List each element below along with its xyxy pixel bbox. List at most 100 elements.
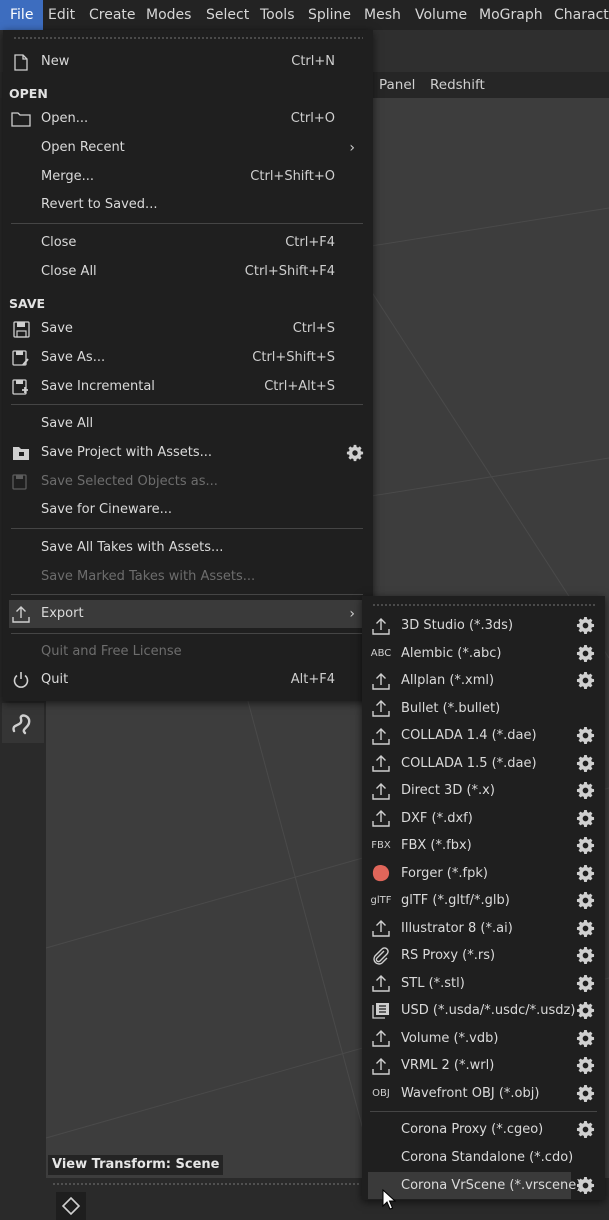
settings-gear-icon[interactable] (576, 616, 595, 635)
diamond-icon (61, 1196, 81, 1216)
spline-pen-icon (12, 714, 31, 735)
menubar-item-modes[interactable]: Modes (146, 0, 191, 30)
menu-item-save-all-takes[interactable]: Save All Takes with Assets... (3, 534, 373, 562)
menu-item-open-recent[interactable]: Open Recent › (3, 134, 373, 162)
export-item-alembic-abc[interactable]: ABC Alembic (*.abc) (362, 640, 605, 667)
export-item-wavefront-obj-obj[interactable]: OBJ Wavefront OBJ (*.obj) (362, 1080, 605, 1107)
menu-item-close-all[interactable]: Close All Ctrl+Shift+F4 (3, 258, 373, 286)
export-item-vrml-2-wrl[interactable]: VRML 2 (*.wrl) (362, 1052, 605, 1079)
settings-gear-icon[interactable] (576, 974, 595, 993)
settings-gear-icon[interactable] (576, 781, 595, 800)
export-item-usd-usda-usdc-usdz[interactable]: USD (*.usda/*.usdc/*.usdz) (362, 997, 605, 1024)
menubar-item-character[interactable]: Character (554, 0, 609, 30)
menu-item-merge[interactable]: Merge... Ctrl+Shift+O (3, 163, 373, 191)
menubar-item-tools[interactable]: Tools (260, 0, 295, 30)
separator (11, 633, 363, 634)
power-icon (11, 671, 31, 689)
export-item-stl-stl[interactable]: STL (*.stl) (362, 970, 605, 997)
export-item-collada-1-5-dae[interactable]: COLLADA 1.5 (*.dae) (362, 750, 605, 777)
menubar-item-mograph[interactable]: MoGraph (479, 0, 543, 30)
export-item-collada-1-4-dae[interactable]: COLLADA 1.4 (*.dae) (362, 722, 605, 749)
menu-item-revert[interactable]: Revert to Saved... (3, 191, 373, 219)
project-folder-icon (11, 444, 31, 462)
settings-gear-icon[interactable] (576, 836, 595, 855)
settings-gear-icon[interactable] (576, 1001, 595, 1020)
menu-item-save-selected-objects[interactable]: Save Selected Objects as... (3, 468, 373, 496)
separator (11, 223, 363, 224)
export-icon (11, 605, 31, 623)
viewport-menubar: Panel Redshift (370, 72, 609, 98)
menu-item-open[interactable]: Open... Ctrl+O (3, 105, 373, 133)
export-item-rs-proxy-rs[interactable]: RS Proxy (*.rs) (362, 942, 605, 969)
export-item-3d-studio-3ds[interactable]: 3D Studio (*.3ds) (362, 612, 605, 639)
obj-icon: OBJ (372, 1087, 390, 1099)
viewport-menu-panel[interactable]: Panel (379, 72, 415, 98)
upload-icon (370, 699, 392, 718)
upload-icon (370, 671, 392, 690)
menu-item-export[interactable]: Export › (9, 600, 367, 628)
settings-gear-icon[interactable] (576, 671, 595, 690)
menubar-item-file[interactable]: File (0, 0, 44, 30)
save-incremental-icon (11, 378, 31, 396)
export-item-gltf-gltf-glb[interactable]: glTF glTF (*.gltf/*.glb) (362, 887, 605, 914)
export-item-allplan-xml[interactable]: Allplan (*.xml) (362, 667, 605, 694)
export-item-corona-proxy-cgeo[interactable]: Corona Proxy (*.cgeo) (362, 1116, 605, 1143)
menubar-item-select[interactable]: Select (206, 0, 249, 30)
export-item-fbx-fbx[interactable]: FBX FBX (*.fbx) (362, 832, 605, 859)
menubar-item-mesh[interactable]: Mesh (364, 0, 401, 30)
menu-item-save-incremental[interactable]: Save Incremental Ctrl+Alt+S (3, 373, 373, 401)
menu-item-new[interactable]: New Ctrl+N (3, 48, 373, 76)
menubar-item-edit[interactable]: Edit (48, 0, 75, 30)
save-icon (11, 320, 31, 338)
export-item-corona-standalone-cdo[interactable]: Corona Standalone (*.cdo) (362, 1144, 605, 1171)
menu-item-save[interactable]: Save Ctrl+S (3, 315, 373, 343)
menu-item-save-project-assets[interactable]: Save Project with Assets... (3, 439, 373, 467)
settings-gear-icon[interactable] (346, 444, 364, 462)
menu-item-close[interactable]: Close Ctrl+F4 (3, 229, 373, 257)
settings-gear-icon[interactable] (576, 946, 595, 965)
menubar-item-volume[interactable]: Volume (415, 0, 467, 30)
usd-icon (370, 1001, 392, 1020)
settings-gear-icon[interactable] (576, 1084, 595, 1103)
export-item-illustrator-8-ai[interactable]: Illustrator 8 (*.ai) (362, 915, 605, 942)
upload-icon (370, 974, 392, 993)
export-item-forger-fpk[interactable]: Forger (*.fpk) (362, 860, 605, 887)
export-item-direct-3d-x[interactable]: Direct 3D (*.x) (362, 777, 605, 804)
settings-gear-icon[interactable] (576, 891, 595, 910)
fbx-icon: FBX (371, 840, 391, 851)
gltf-icon: glTF (370, 895, 392, 906)
spline-pen-tool[interactable] (2, 703, 44, 743)
menu-item-save-all[interactable]: Save All (3, 410, 373, 438)
paperclip-icon (370, 946, 392, 965)
folder-icon (11, 110, 31, 128)
settings-gear-icon[interactable] (576, 809, 595, 828)
menu-item-save-as[interactable]: Save As... Ctrl+Shift+S (3, 344, 373, 372)
export-item-volume-vdb[interactable]: Volume (*.vdb) (362, 1025, 605, 1052)
settings-gear-icon[interactable] (576, 1120, 595, 1139)
viewport-menu-redshift[interactable]: Redshift (430, 72, 485, 98)
export-item-dxf-dxf[interactable]: DXF (*.dxf) (362, 805, 605, 832)
menubar-item-create[interactable]: Create (89, 0, 136, 30)
forger-icon (370, 864, 392, 883)
menu-item-quit[interactable]: Quit Alt+F4 (3, 666, 373, 694)
menubar-item-spline[interactable]: Spline (308, 0, 351, 30)
separator (370, 1111, 597, 1112)
export-submenu: 3D Studio (*.3ds) ABC Alembic (*.abc) Allpl… (362, 596, 605, 1200)
export-item-bullet-bullet[interactable]: Bullet (*.bullet) (362, 695, 605, 722)
menu-item-quit-free-license[interactable]: Quit and Free License (3, 638, 373, 666)
settings-gear-icon[interactable] (576, 1176, 595, 1195)
settings-gear-icon[interactable] (576, 754, 595, 773)
chevron-right-icon: › (349, 606, 355, 622)
menu-item-save-marked-takes[interactable]: Save Marked Takes with Assets... (3, 563, 373, 591)
settings-gear-icon[interactable] (576, 726, 595, 745)
settings-gear-icon[interactable] (576, 1056, 595, 1075)
menu-item-save-cineware[interactable]: Save for Cineware... (3, 496, 373, 524)
separator (11, 404, 363, 405)
settings-gear-icon[interactable] (576, 864, 595, 883)
settings-gear-icon[interactable] (576, 644, 595, 663)
keyframe-button[interactable] (56, 1192, 86, 1220)
settings-gear-icon[interactable] (576, 1029, 595, 1048)
settings-gear-icon[interactable] (576, 919, 595, 938)
export-item-corona-vrscene-vrscene[interactable]: Corona VrScene (*.vrscene) (368, 1172, 581, 1199)
section-save-header: SAVE (9, 296, 46, 311)
